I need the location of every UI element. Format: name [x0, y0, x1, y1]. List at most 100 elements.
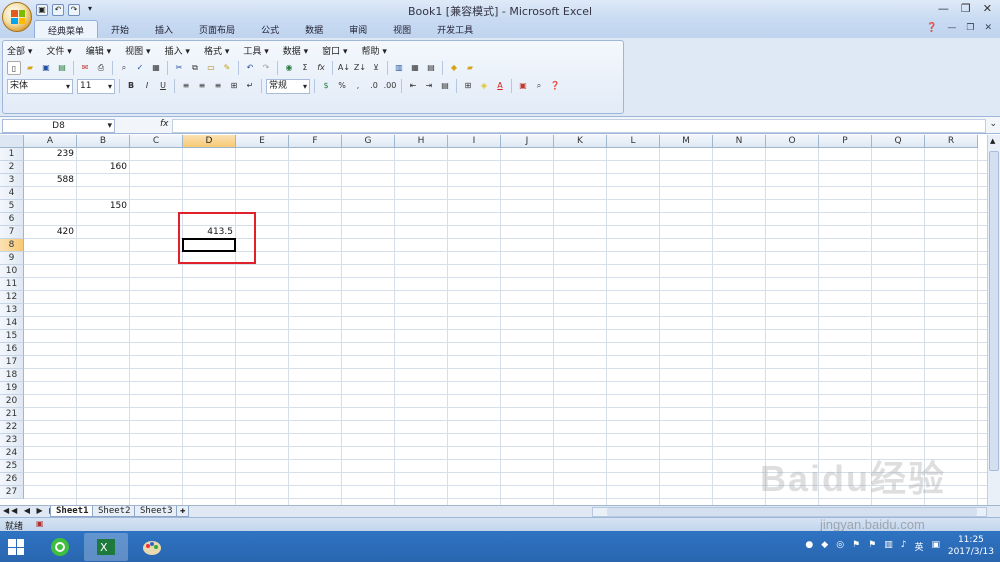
action-center-icon[interactable]: ⚑ [868, 540, 876, 553]
row-header-4[interactable]: 4 [0, 187, 24, 200]
insert-function-icon[interactable]: fx [314, 61, 328, 75]
row-header-18[interactable]: 18 [0, 369, 24, 382]
sort-ascending-icon[interactable]: A↓ [337, 61, 351, 75]
pivot-icon[interactable]: ▦ [408, 61, 422, 75]
macro-record-icon[interactable]: ▣ [36, 519, 44, 528]
column-header-a[interactable]: A [24, 135, 77, 148]
drawing-icon[interactable]: ▤ [424, 61, 438, 75]
paste-icon[interactable]: ▭ [204, 61, 218, 75]
column-header-q[interactable]: Q [872, 135, 925, 148]
row-header-27[interactable]: 27 [0, 486, 24, 499]
number-format-select[interactable]: 常规 [266, 78, 310, 94]
undo-icon[interactable]: ↶ [243, 61, 257, 75]
tab-page-layout[interactable]: 页面布局 [186, 20, 248, 38]
maximize-button[interactable]: ❐ [961, 2, 971, 15]
menu-tools[interactable]: 工具 ▾ [243, 44, 268, 57]
windows-start-icon[interactable] [8, 539, 24, 555]
flag-icon[interactable]: ⚑ [852, 540, 860, 553]
row-header-26[interactable]: 26 [0, 473, 24, 486]
sheet-tab-1[interactable]: Sheet1 [50, 506, 95, 517]
row-header-1[interactable]: 1 [0, 148, 24, 161]
bold-button[interactable]: B [124, 79, 138, 93]
folder-icon[interactable]: ▰ [463, 61, 477, 75]
security-icon[interactable]: ◆ [821, 540, 828, 553]
menu-window[interactable]: 窗口 ▾ [322, 44, 347, 57]
row-header-11[interactable]: 11 [0, 278, 24, 291]
column-header-p[interactable]: P [819, 135, 872, 148]
copy-icon[interactable]: ⧉ [188, 61, 202, 75]
row-header-21[interactable]: 21 [0, 408, 24, 421]
wrap-text-icon[interactable]: ↵ [243, 79, 257, 93]
insert-sheet-icon[interactable]: ✚ [176, 506, 190, 517]
row-header-15[interactable]: 15 [0, 330, 24, 343]
zoom-icon[interactable]: ⌕ [532, 79, 546, 93]
row-header-17[interactable]: 17 [0, 356, 24, 369]
row-header-10[interactable]: 10 [0, 265, 24, 278]
workbook-close-icon[interactable]: ✕ [984, 23, 992, 33]
tab-formulas[interactable]: 公式 [248, 20, 292, 38]
filter-icon[interactable]: ⊻ [369, 61, 383, 75]
row-header-16[interactable]: 16 [0, 343, 24, 356]
column-header-d[interactable]: D [183, 135, 236, 148]
cell-b2[interactable]: 160 [77, 161, 130, 174]
menu-data[interactable]: 数据 ▾ [283, 44, 308, 57]
comma-style-icon[interactable]: , [351, 79, 365, 93]
format-painter-icon[interactable]: ✎ [220, 61, 234, 75]
autosum-icon[interactable]: Σ [298, 61, 312, 75]
row-header-12[interactable]: 12 [0, 291, 24, 304]
cell-style-icon[interactable]: ▤ [438, 79, 452, 93]
minimize-button[interactable]: — [938, 2, 949, 15]
merge-center-icon[interactable]: ⊞ [227, 79, 241, 93]
redo-icon[interactable]: ↷ [259, 61, 273, 75]
open-icon[interactable]: ▰ [23, 61, 37, 75]
row-header-7[interactable]: 7 [0, 226, 24, 239]
close-button[interactable]: ✕ [983, 2, 992, 15]
tab-data[interactable]: 数据 [292, 20, 336, 38]
column-header-k[interactable]: K [554, 135, 607, 148]
sort-descending-icon[interactable]: Z↓ [353, 61, 367, 75]
fill-color-icon[interactable]: ◆ [447, 61, 461, 75]
styles-icon[interactable]: ▣ [516, 79, 530, 93]
excel-taskbar-icon[interactable]: X [84, 533, 128, 561]
font-name-select[interactable]: 宋体 [7, 78, 73, 94]
save-icon[interactable]: ▣ [39, 61, 53, 75]
italic-button[interactable]: I [140, 79, 154, 93]
align-left-icon[interactable]: ≡ [179, 79, 193, 93]
column-header-o[interactable]: O [766, 135, 819, 148]
row-header-13[interactable]: 13 [0, 304, 24, 317]
fill-color-icon[interactable]: ◈ [477, 79, 491, 93]
column-header-c[interactable]: C [130, 135, 183, 148]
row-header-20[interactable]: 20 [0, 395, 24, 408]
column-header-g[interactable]: G [342, 135, 395, 148]
ribbon-restore-icon[interactable]: ❐ [966, 23, 974, 33]
row-header-23[interactable]: 23 [0, 434, 24, 447]
clock[interactable]: 11:25 2017/3/13 [948, 534, 994, 558]
network-icon[interactable]: ▥ [884, 540, 893, 553]
column-header-i[interactable]: I [448, 135, 501, 148]
menu-view[interactable]: 视图 ▾ [125, 44, 150, 57]
sheet-tab-3[interactable]: Sheet3 [134, 506, 179, 517]
font-color-icon[interactable]: A [493, 79, 507, 93]
formula-input[interactable] [172, 119, 986, 133]
underline-button[interactable]: U [156, 79, 170, 93]
sheet-tab-2[interactable]: Sheet2 [92, 506, 137, 517]
menu-format[interactable]: 格式 ▾ [204, 44, 229, 57]
qq-icon[interactable]: ● [805, 540, 813, 553]
help-icon[interactable]: ❓ [926, 23, 937, 33]
tab-home[interactable]: 开始 [98, 20, 142, 38]
new-icon[interactable]: ▯ [7, 61, 21, 75]
ie-browser-icon[interactable] [38, 533, 82, 561]
cell-a3[interactable]: 588 [24, 174, 77, 187]
column-header-e[interactable]: E [236, 135, 289, 148]
paint-app-icon[interactable] [130, 533, 174, 561]
column-header-l[interactable]: L [607, 135, 660, 148]
row-header-3[interactable]: 3 [0, 174, 24, 187]
permission-icon[interactable]: ▤ [55, 61, 69, 75]
cut-icon[interactable]: ✂ [172, 61, 186, 75]
row-header-24[interactable]: 24 [0, 447, 24, 460]
vertical-scroll-thumb[interactable] [989, 151, 999, 471]
menu-insert[interactable]: 插入 ▾ [165, 44, 190, 57]
align-right-icon[interactable]: ≡ [211, 79, 225, 93]
increase-decimal-icon[interactable]: .0 [367, 79, 381, 93]
scroll-up-icon[interactable]: ▲ [990, 137, 995, 145]
